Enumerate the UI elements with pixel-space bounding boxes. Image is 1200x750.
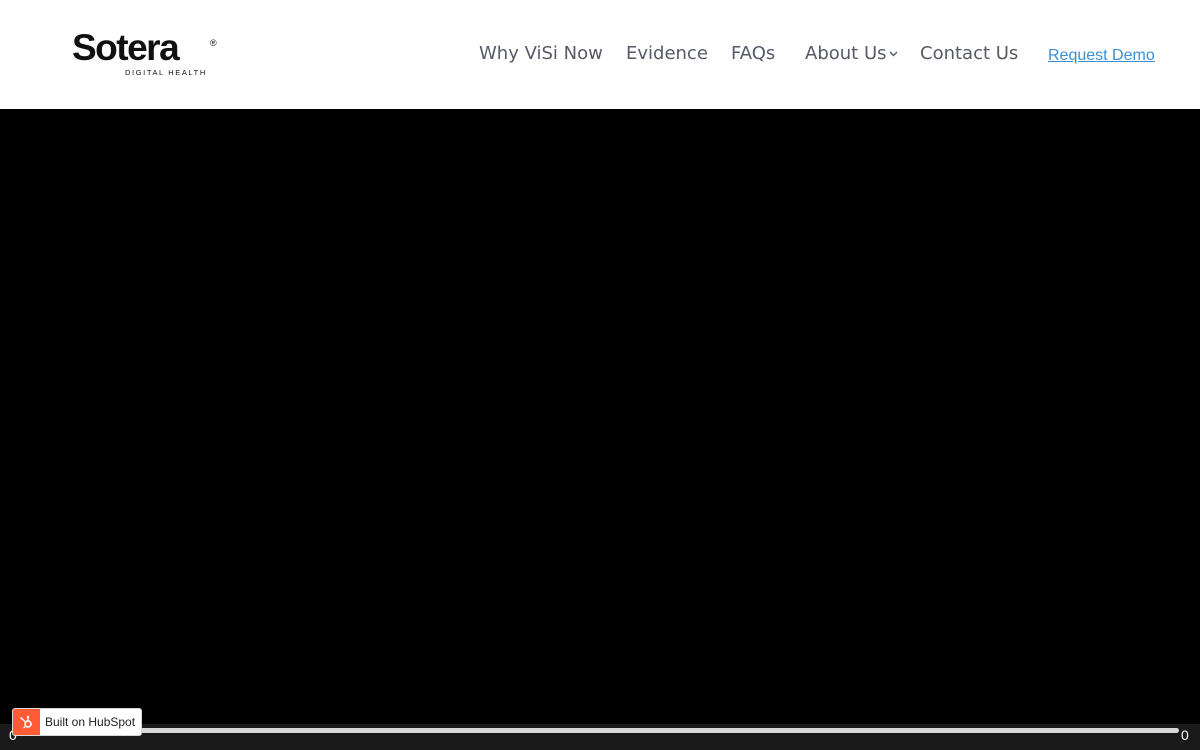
logo-tagline: DIGITAL HEALTH [125,68,207,77]
logo-wordmark: Sotera [72,27,180,68]
video-player[interactable] [0,109,1200,750]
hubspot-sprocket-icon [13,709,40,735]
logo-registered-mark: ® [210,38,217,48]
video-total-time: 0 [1181,727,1189,743]
chevron-down-icon[interactable] [889,51,898,57]
nav-item-evidence[interactable]: Evidence [626,42,708,66]
nav-item-faqs[interactable]: FAQs [731,42,775,66]
nav-item-about-us[interactable]: About Us [805,42,887,66]
hubspot-badge-label: Built on HubSpot [45,715,136,729]
nav-item-why-visi-now[interactable]: Why ViSi Now [479,42,603,66]
video-seek-bar[interactable] [22,728,1179,733]
sotera-logo[interactable]: Sotera ® DIGITAL HEALTH [72,28,222,80]
nav-item-contact-us[interactable]: Contact Us [920,42,1018,66]
request-demo-link[interactable]: Request Demo [1048,45,1155,67]
built-on-hubspot-badge[interactable]: Built on HubSpot [12,708,142,736]
site-header: Sotera ® DIGITAL HEALTH Why ViSi Now Evi… [0,0,1200,109]
